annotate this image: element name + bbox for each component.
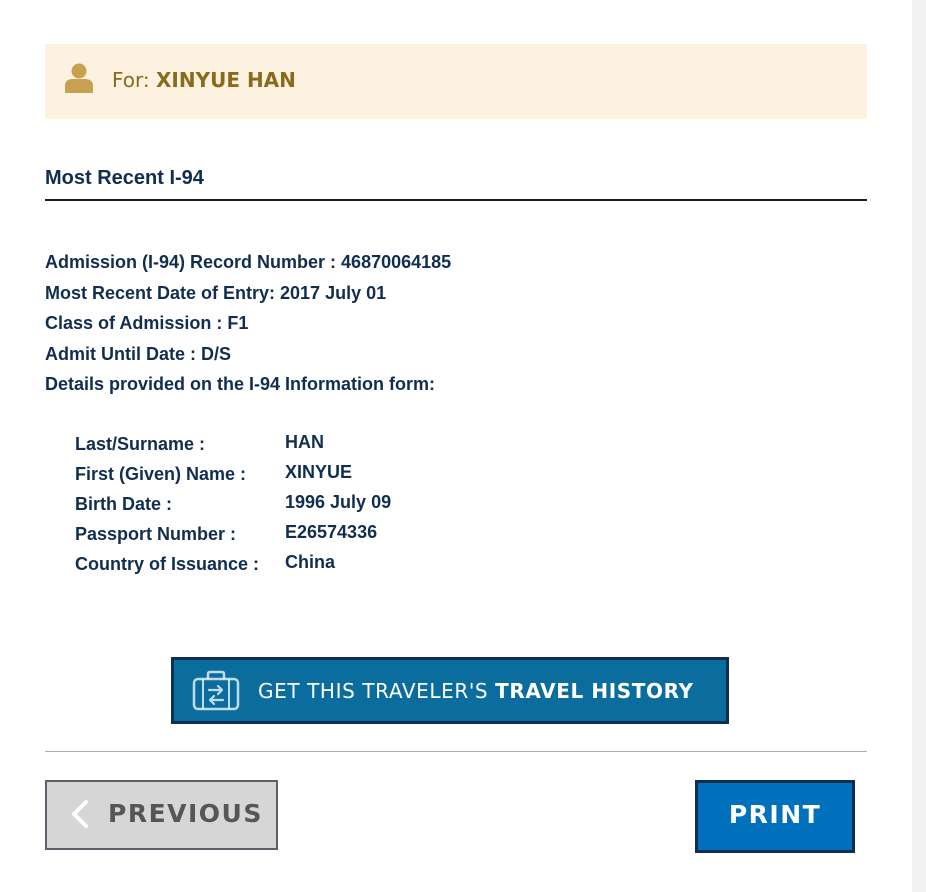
travel-history-button-face[interactable]: GET THIS TRAVELER'S TRAVEL HISTORY xyxy=(174,660,726,721)
traveler-name: XINYUE HAN xyxy=(156,68,296,92)
detail-label: First (Given) Name : xyxy=(75,464,247,484)
section-divider xyxy=(45,199,867,201)
detail-value: China xyxy=(285,552,336,572)
details-intro-line: Details provided on the I-94 Information… xyxy=(45,374,436,394)
section-title: Most Recent I-94 xyxy=(45,167,204,189)
print-label: PRINT xyxy=(728,800,822,829)
travel-history-prefix: GET THIS TRAVELER'S xyxy=(258,679,496,703)
traveler-banner: For: XINYUE HAN xyxy=(45,44,867,119)
travel-history-bold: TRAVEL HISTORY xyxy=(495,679,694,703)
scrollbar-track[interactable] xyxy=(912,0,926,892)
detail-label: Last/Surname : xyxy=(75,434,206,454)
entry-date-line: Most Recent Date of Entry: 2017 July 01 xyxy=(45,282,387,303)
previous-label: PREVIOUS xyxy=(108,799,263,828)
record-info: Admission (I-94) Record Number : 4687006… xyxy=(45,250,451,403)
detail-value: E26574336 xyxy=(285,522,378,542)
user-icon xyxy=(65,63,93,93)
detail-label: Passport Number : xyxy=(75,524,237,544)
travel-history-label[interactable]: GET THIS TRAVELER'S TRAVEL HISTORY xyxy=(258,679,694,703)
detail-value: HAN xyxy=(285,432,324,452)
admit-until-line: Admit Until Date : D/S xyxy=(45,343,232,364)
chevron-left-icon xyxy=(72,800,88,828)
record-number-line: Admission (I-94) Record Number : 4687006… xyxy=(45,252,452,272)
travel-history-button[interactable]: GET THIS TRAVELER'S TRAVEL HISTORY xyxy=(171,657,729,724)
suitcase-arrows-icon xyxy=(192,670,240,711)
actions-divider xyxy=(45,751,867,752)
class-of-admission-line: Class of Admission : F1 xyxy=(45,313,249,333)
print-button[interactable]: PRINT xyxy=(695,780,855,853)
previous-button[interactable]: PREVIOUS xyxy=(45,780,278,850)
for-label: For: xyxy=(112,68,150,92)
detail-value: XINYUE xyxy=(285,462,353,482)
detail-label: Country of Issuance : xyxy=(75,554,260,574)
detail-value: 1996 July 09 xyxy=(285,492,392,512)
detail-label: Birth Date : xyxy=(75,494,173,514)
traveler-for-line: For: XINYUE HAN xyxy=(112,68,296,92)
